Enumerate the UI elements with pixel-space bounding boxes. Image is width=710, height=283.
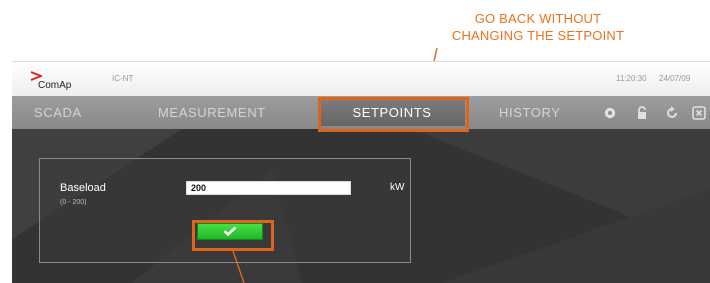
- confirm-leader-line: [232, 250, 245, 283]
